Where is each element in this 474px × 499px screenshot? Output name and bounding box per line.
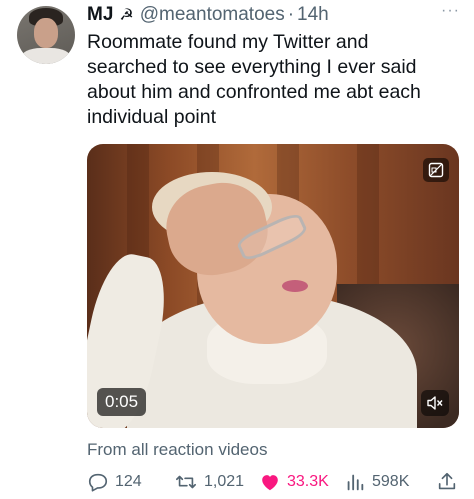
reply-count: 124 <box>115 473 142 490</box>
reply-button[interactable]: 124 <box>87 469 142 495</box>
tweet-actions: 124 1,021 33.3K 598K <box>79 469 464 495</box>
like-button[interactable]: 33.3K <box>259 469 329 495</box>
heart-icon <box>259 471 281 493</box>
view-count: 598K <box>372 473 410 490</box>
repost-button[interactable]: 1,021 <box>174 469 244 495</box>
reply-icon <box>87 471 109 493</box>
avatar-face <box>34 18 58 48</box>
author-handle[interactable]: @meantomatoes <box>140 4 285 26</box>
bar-chart-icon <box>344 471 366 493</box>
views-button[interactable]: 598K <box>344 469 409 495</box>
tweet-text-line: Roommate found my Twitter and <box>87 31 369 53</box>
tweet-text: Roommate found my Twitter and searched t… <box>87 30 457 130</box>
gif-icon[interactable] <box>423 158 449 182</box>
repost-icon <box>174 471 198 493</box>
tweet-timestamp[interactable]: 14h <box>297 4 329 26</box>
author-avatar[interactable] <box>17 6 75 64</box>
author-name[interactable]: MJ <box>87 4 113 26</box>
more-options-icon[interactable]: ··· <box>441 2 460 20</box>
video-person-lips <box>282 280 308 292</box>
author-symbol: ☭ <box>119 7 134 24</box>
video-player[interactable]: 0:05 <box>87 144 459 428</box>
avatar-shirt <box>21 48 71 64</box>
header-separator: · <box>287 4 295 25</box>
repost-count: 1,021 <box>204 473 245 490</box>
media-source-link[interactable]: From all reaction videos <box>87 440 267 460</box>
tweet-text-line: individual point <box>87 106 217 128</box>
tweet-text-line: about him and confronted me abt each <box>87 81 421 103</box>
share-icon <box>436 471 458 493</box>
video-duration: 0:05 <box>97 388 147 416</box>
tweet-text-line: searched to see everything I ever said <box>87 56 417 78</box>
tweet-header: MJ ☭ @meantomatoes · 14h <box>87 3 446 27</box>
like-count: 33.3K <box>287 473 329 490</box>
muted-speaker-icon[interactable] <box>421 390 449 416</box>
share-button[interactable] <box>436 469 458 495</box>
